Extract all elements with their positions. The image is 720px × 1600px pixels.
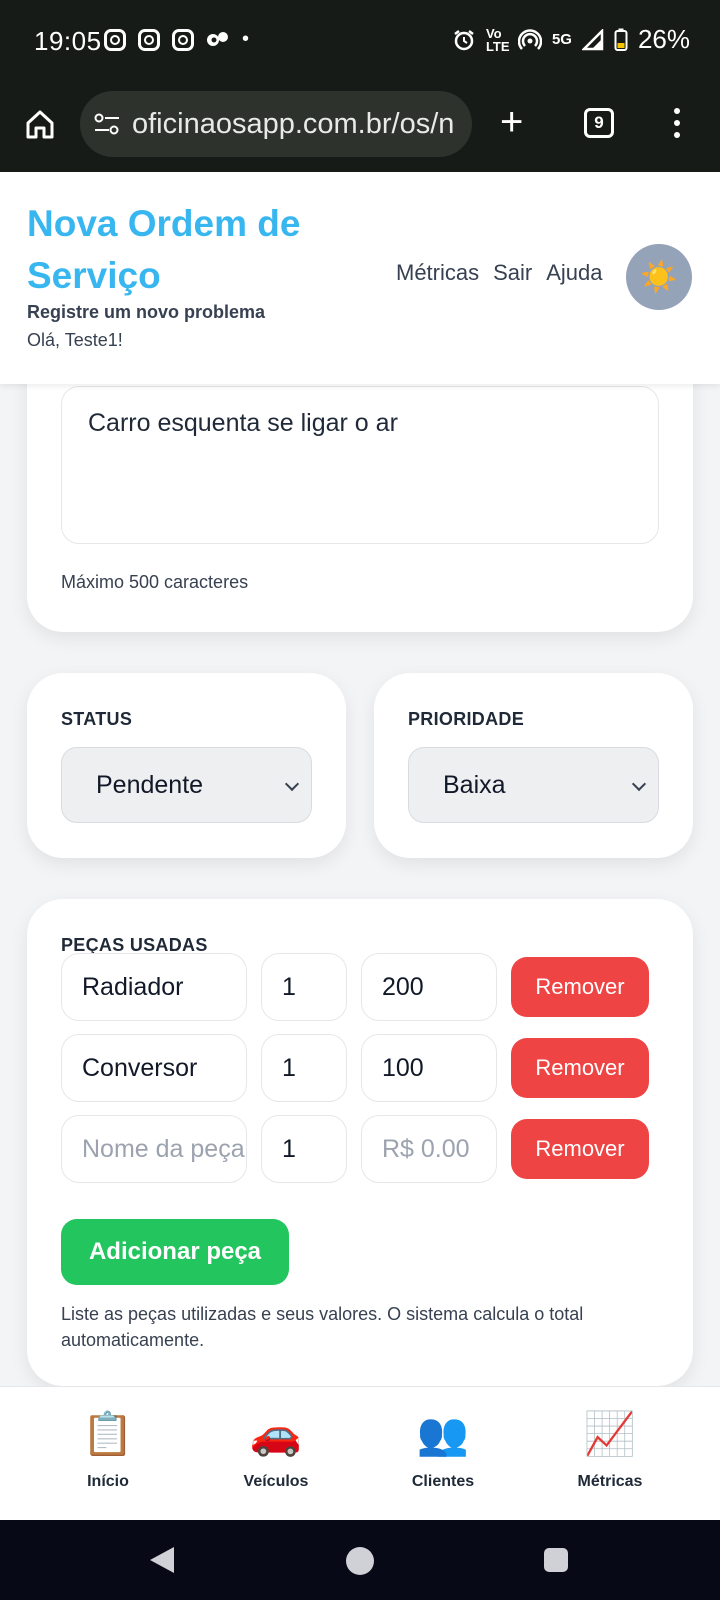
remove-part-button[interactable]: Remover — [511, 1119, 649, 1179]
bottom-nav: 📋 Início 🚗 Veículos 👥 Clientes 📈 Métrica… — [0, 1386, 720, 1520]
battery-percent: 26% — [637, 24, 690, 54]
parts-help-text: Liste as peças utilizadas e seus valores… — [61, 1304, 584, 1350]
browser-menu-button[interactable] — [674, 108, 680, 138]
part-price-input[interactable]: 200 — [361, 953, 497, 1021]
status-card: STATUS Pendente — [27, 673, 346, 858]
status-bar: 19:05 • Vo LTE 5G 26% — [0, 0, 720, 86]
part-name-input[interactable]: Radiador — [61, 953, 247, 1021]
page-title: Nova Ordem de Serviço — [27, 203, 301, 296]
app-header: Nova Ordem de Serviço Registre um novo p… — [0, 172, 720, 384]
priority-select[interactable]: Baixa — [408, 747, 659, 823]
user-greeting: Olá, Teste1! — [27, 330, 123, 350]
site-settings-icon[interactable] — [94, 112, 120, 136]
part-name-input[interactable]: Conversor — [61, 1034, 247, 1102]
status-value: Pendente — [96, 770, 204, 799]
part-qty-input[interactable]: 1 — [261, 1034, 347, 1102]
chevron-down-icon — [631, 776, 647, 792]
add-part-button[interactable]: Adicionar peça — [61, 1219, 289, 1285]
users-icon: 👥 — [416, 1410, 470, 1457]
remove-part-button[interactable]: Remover — [511, 1038, 649, 1098]
part-row: Radiador 1 200 Remover — [61, 953, 651, 1021]
part-row: Conversor 1 100 Remover — [61, 1034, 651, 1102]
bottom-nav-label: Veículos — [243, 1473, 309, 1490]
theme-toggle-button[interactable]: ☀️ — [626, 244, 692, 310]
bottom-nav-label: Início — [87, 1473, 129, 1490]
url-text: oficinaosapp.com.br/os/n — [132, 107, 455, 140]
remove-part-button[interactable]: Remover — [511, 957, 649, 1017]
bottom-nav-veiculos[interactable]: 🚗 Veículos — [206, 1409, 346, 1491]
part-qty-input[interactable]: 1 — [261, 953, 347, 1021]
priority-value: Baixa — [443, 770, 506, 799]
nav-link-sair[interactable]: Sair — [493, 260, 532, 286]
new-tab-button[interactable]: + — [500, 102, 523, 142]
page-subtitle: Registre um novo problema — [27, 302, 266, 322]
chevron-down-icon — [284, 776, 300, 792]
alarm-icon — [454, 29, 474, 50]
volte-label: Vo LTE — [485, 25, 510, 54]
priority-label: PRIORIDADE — [408, 709, 525, 729]
priority-card: PRIORIDADE Baixa — [374, 673, 693, 858]
hotspot-icon — [517, 28, 542, 50]
part-name-input[interactable]: Nome da peça — [61, 1115, 247, 1183]
status-select[interactable]: Pendente — [61, 747, 312, 823]
browser-home-button[interactable] — [24, 108, 56, 145]
signal-icon — [581, 28, 604, 50]
system-navigation-bar — [0, 1520, 720, 1600]
bottom-nav-label: Métricas — [577, 1473, 643, 1490]
clipboard-icon: 📋 — [81, 1410, 135, 1457]
browser-toolbar: oficinaosapp.com.br/os/n + 9 — [0, 86, 720, 172]
tab-switcher-button[interactable]: 9 — [584, 108, 614, 138]
status-time: 19:05 — [34, 26, 102, 56]
description-textarea[interactable]: Carro esquenta se ligar o ar — [61, 386, 659, 544]
description-hint: Máximo 500 caracteres — [61, 572, 249, 592]
more-notifications-icon: • — [242, 28, 250, 50]
part-row: Nome da peça 1 R$ 0.00 Remover — [61, 1115, 651, 1183]
notification-icons: • — [104, 28, 249, 51]
instagram-icon — [104, 28, 126, 51]
bottom-nav-clientes[interactable]: 👥 Clientes — [373, 1409, 513, 1491]
nav-link-metricas[interactable]: Métricas — [396, 260, 479, 286]
header-nav: Métricas Sair Ajuda — [396, 260, 603, 286]
chart-icon: 📈 — [583, 1410, 637, 1457]
home-icon — [26, 110, 54, 139]
sun-icon: ☀️ — [640, 260, 678, 294]
system-icons: Vo LTE 5G 26% — [452, 24, 690, 55]
network-type: 5G — [551, 31, 572, 48]
address-bar[interactable]: oficinaosapp.com.br/os/n — [80, 91, 472, 157]
threads-icon — [207, 31, 228, 46]
part-qty-input[interactable]: 1 — [261, 1115, 347, 1183]
nav-link-ajuda[interactable]: Ajuda — [546, 260, 602, 286]
instagram-icon — [172, 28, 194, 51]
part-price-input[interactable]: R$ 0.00 — [361, 1115, 497, 1183]
back-icon[interactable] — [150, 1547, 174, 1573]
battery-icon — [614, 28, 628, 51]
bottom-nav-metricas[interactable]: 📈 Métricas — [540, 1409, 680, 1491]
status-label: STATUS — [61, 709, 133, 729]
instagram-icon — [138, 28, 160, 51]
bottom-nav-inicio[interactable]: 📋 Início — [38, 1409, 178, 1491]
part-price-input[interactable]: 100 — [361, 1034, 497, 1102]
bottom-nav-label: Clientes — [411, 1473, 475, 1490]
car-icon: 🚗 — [249, 1410, 303, 1457]
home-circle-icon[interactable] — [346, 1547, 374, 1575]
recents-icon[interactable] — [544, 1548, 568, 1572]
parts-card: PEÇAS USADAS Radiador 1 200 Remover Conv… — [27, 899, 693, 1386]
